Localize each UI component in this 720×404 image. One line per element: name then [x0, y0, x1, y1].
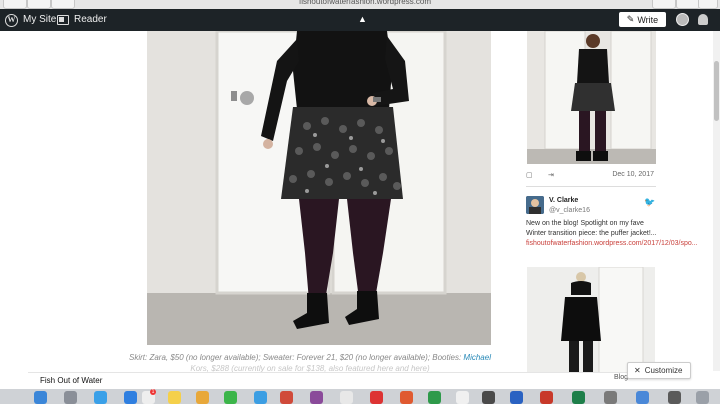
pages-icon[interactable] — [400, 391, 413, 404]
safari-icon[interactable] — [94, 391, 107, 404]
tweet-text: New on the blog! Spotlight on my fave Wi… — [526, 220, 657, 237]
badge: 1 — [150, 389, 156, 395]
downloads-icon[interactable] — [668, 391, 681, 404]
wordpress-icon: W — [5, 13, 18, 27]
excel-icon[interactable] — [572, 391, 585, 404]
finder-icon[interactable] — [34, 391, 47, 404]
tweet-author-handle[interactable]: @v_clarke16 — [549, 207, 590, 214]
write-button[interactable]: ✎ Write — [619, 12, 666, 27]
reader-label: Reader — [74, 14, 107, 25]
write-icon: ✎ — [626, 14, 635, 24]
customize-icon: ✕ — [634, 366, 641, 375]
caption-text: Skirt: Zara, $50 (no longer available); … — [129, 353, 464, 362]
share-button[interactable] — [652, 0, 676, 9]
outfit-photo — [147, 31, 491, 345]
tweet-body: New on the blog! Spotlight on my fave Wi… — [526, 219, 698, 249]
site-footer-bar: Fish Out of Water — [28, 372, 688, 389]
app-store-icon[interactable] — [124, 391, 137, 404]
photo-booth-icon[interactable] — [280, 391, 293, 404]
preview-icon[interactable] — [604, 391, 617, 404]
customize-label: Customize — [644, 366, 683, 375]
twitter-bird-icon: 🐦 — [644, 197, 656, 207]
calendar-icon[interactable]: 1 — [142, 389, 156, 404]
sidebar-post-image[interactable] — [527, 31, 656, 164]
mac-dock: 1 — [0, 389, 720, 404]
comment-icon[interactable]: ▢ — [526, 171, 533, 179]
trash-icon[interactable] — [696, 391, 709, 404]
word-icon[interactable] — [510, 391, 523, 404]
new-tab-button[interactable] — [698, 0, 718, 9]
sidebar-tweet-image[interactable] — [527, 267, 655, 377]
photos-icon[interactable] — [196, 391, 209, 404]
itunes-icon[interactable] — [310, 391, 323, 404]
reminders-icon[interactable] — [456, 391, 469, 404]
sidebar-post-meta: ▢ ⇥ Dec 10, 2017 — [526, 171, 656, 183]
scrollbar-thumb[interactable] — [714, 61, 719, 121]
powerpoint-icon[interactable] — [540, 391, 553, 404]
terminal-icon[interactable] — [482, 391, 495, 404]
share-icon[interactable]: ⇥ — [548, 171, 554, 179]
notes-icon[interactable] — [168, 391, 181, 404]
news-icon[interactable] — [370, 391, 383, 404]
wp-toolbar: W My Site Reader ▲ ✎ Write — [0, 9, 720, 31]
textedit-icon[interactable] — [340, 391, 353, 404]
my-site-link[interactable]: W My Site — [5, 9, 56, 31]
sidebar-tweet-photo — [527, 267, 655, 377]
tabs-button[interactable] — [676, 0, 700, 9]
my-site-label: My Site — [23, 14, 57, 25]
back-button[interactable] — [27, 0, 51, 9]
site-title[interactable]: Fish Out of Water — [40, 376, 102, 385]
reader-link[interactable]: Reader — [57, 9, 107, 31]
address-bar[interactable]: fishoutofwaterfashion.wordpress.com — [250, 0, 480, 8]
numbers-icon[interactable] — [428, 391, 441, 404]
messages-icon[interactable] — [254, 391, 267, 404]
launchpad-icon[interactable] — [64, 391, 77, 404]
sidebar-divider — [526, 186, 656, 187]
post-date: Dec 10, 2017 — [612, 171, 654, 178]
page-scrollbar[interactable] — [713, 31, 720, 371]
tweet-link[interactable]: fishoutofwaterfashion.wordpress.com/2017… — [526, 240, 698, 247]
notifications-icon[interactable] — [698, 14, 708, 25]
customize-button[interactable]: ✕ Customize — [627, 362, 691, 379]
sidebar-toggle-button[interactable] — [3, 0, 27, 9]
write-label: Write — [637, 14, 659, 25]
collapse-icon[interactable]: ▲ — [358, 14, 367, 24]
outfit-photo-image — [147, 31, 491, 345]
user-avatar[interactable] — [676, 13, 689, 26]
forward-button[interactable] — [51, 0, 75, 9]
outfit-caption: Skirt: Zara, $50 (no longer available); … — [100, 352, 520, 374]
reader-icon — [57, 15, 69, 25]
twitter-avatar[interactable] — [526, 196, 544, 214]
sidebar-post-photo — [527, 31, 656, 164]
caption-link-michael[interactable]: Michael — [463, 353, 491, 362]
tweet-author-name[interactable]: V. Clarke — [549, 197, 578, 204]
folder-icon[interactable] — [636, 391, 649, 404]
facetime-icon[interactable] — [224, 391, 237, 404]
